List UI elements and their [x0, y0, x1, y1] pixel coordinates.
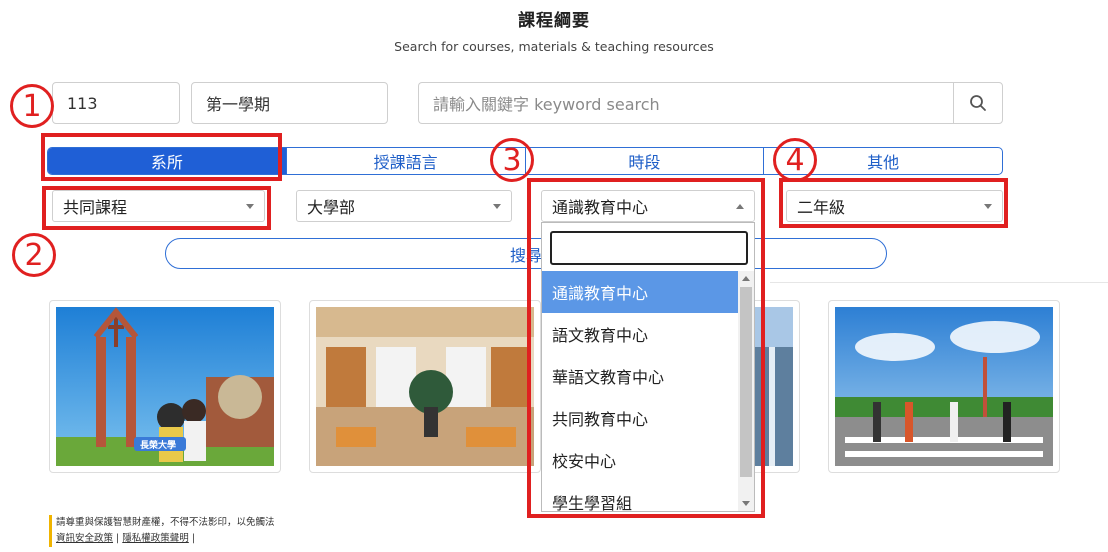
footer-links: 資訊安全政策 | 隱私權政策聲明 | [56, 531, 275, 547]
search-icon [970, 95, 986, 111]
annotation-box-4 [779, 178, 1008, 228]
crosswalk-illustration [835, 307, 1053, 466]
level-select-value: 大學部 [307, 198, 356, 217]
search-submit-button[interactable] [953, 82, 1003, 124]
library-illustration [316, 307, 534, 466]
year-field[interactable]: 113 [52, 82, 180, 124]
search-button[interactable]: 搜尋 [165, 238, 887, 269]
campus-sign-text: 長榮大學 [140, 441, 177, 451]
footer-separator: | [116, 533, 120, 544]
keyword-search-input[interactable]: 請輸入關鍵字 keyword search [418, 82, 953, 124]
page-subtitle: Search for courses, materials & teaching… [394, 39, 714, 54]
security-policy-link[interactable]: 資訊安全政策 [56, 533, 113, 544]
divider [770, 282, 1108, 283]
footer-separator: | [191, 533, 196, 544]
semester-field[interactable]: 第一學期 [191, 82, 388, 124]
annotation-box-1 [41, 133, 282, 181]
campus-image: 長榮大學 [56, 307, 274, 466]
annotation-box-3 [527, 178, 765, 518]
privacy-policy-link[interactable]: 隱私權政策聲明 [122, 533, 189, 544]
level-select[interactable]: 大學部 [296, 190, 512, 222]
campus-photo-2[interactable] [309, 300, 541, 473]
page-title: 課程綱要 [518, 11, 590, 31]
chevron-down-icon [493, 204, 501, 209]
annotation-marker-2: 2 [12, 233, 56, 277]
annotation-marker-1: 1 [10, 84, 54, 128]
crosswalk-image [835, 307, 1053, 466]
annotation-box-2 [42, 186, 271, 230]
tab-time-slot[interactable]: 時段 [526, 148, 765, 174]
library-image [316, 307, 534, 466]
footer-notice: 請尊重與保護智慧財產權，不得不法影印，以免觸法 [56, 517, 275, 528]
annotation-marker-4: 4 [773, 138, 817, 182]
annotation-marker-3: 3 [490, 138, 534, 182]
campus-photo-4[interactable] [828, 300, 1060, 473]
campus-photo-1[interactable]: 長榮大學 [49, 300, 281, 473]
footer: 請尊重與保護智慧財產權，不得不法影印，以免觸法 資訊安全政策 | 隱私權政策聲明… [49, 515, 275, 547]
